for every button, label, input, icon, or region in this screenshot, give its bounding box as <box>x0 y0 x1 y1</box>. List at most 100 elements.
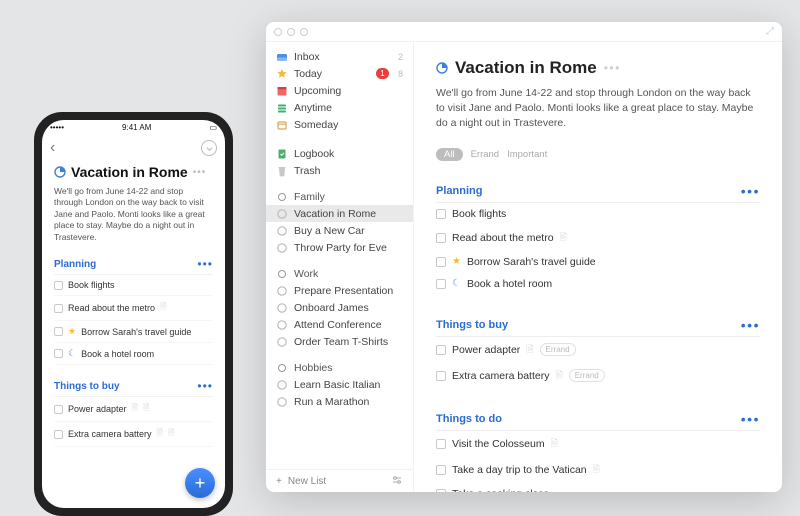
new-list-plus[interactable]: + <box>276 476 282 487</box>
sidebar-area-header[interactable]: Hobbies <box>266 360 413 376</box>
checkbox[interactable] <box>436 489 446 492</box>
task-row[interactable]: Visit the Colosseum🗎 <box>436 431 760 457</box>
task-title: Book flights <box>452 208 506 220</box>
add-task-fab[interactable]: + <box>185 468 215 498</box>
tag-filter[interactable]: Errand <box>471 149 500 160</box>
task-row[interactable]: Take a cooking class <box>436 483 760 492</box>
sidebar-item[interactable]: Trash <box>266 162 413 179</box>
sidebar-item-label: Onboard James <box>294 302 369 314</box>
section-header[interactable]: Things to buy••• <box>436 317 760 337</box>
checkbox[interactable] <box>54 349 63 358</box>
sidebar-item[interactable]: Onboard James <box>266 299 413 316</box>
section-more-button[interactable]: ••• <box>741 317 760 333</box>
section-more-button[interactable]: ••• <box>741 183 760 199</box>
calendar-icon <box>276 85 288 97</box>
section-header[interactable]: Things to buy••• <box>54 379 213 397</box>
section-header[interactable]: Things to do••• <box>436 411 760 431</box>
project-title-more[interactable]: ••• <box>604 61 621 75</box>
section-title: Planning <box>436 185 482 197</box>
stack-icon <box>276 102 288 114</box>
sidebar-item[interactable]: Anytime <box>266 99 413 116</box>
sidebar-item[interactable]: Buy a New Car <box>266 222 413 239</box>
traffic-light-zoom[interactable] <box>300 28 308 36</box>
tag-filter[interactable]: All <box>436 148 463 161</box>
checkbox[interactable] <box>54 405 63 414</box>
section-more-button[interactable]: ••• <box>197 257 213 271</box>
sidebar-item[interactable]: Order Team T-Shirts <box>266 333 413 350</box>
section-header[interactable]: Planning ••• <box>54 257 213 275</box>
checkbox[interactable] <box>54 327 63 336</box>
more-circle-button[interactable] <box>201 140 217 156</box>
proj-icon <box>276 396 288 408</box>
checkbox[interactable] <box>54 430 63 439</box>
desktop-window: ⤢ Inbox2Today18UpcomingAnytimeSomeday Lo… <box>266 22 782 492</box>
phone-project-notes[interactable]: We'll go from June 14-22 and stop throug… <box>54 186 213 243</box>
task-row[interactable]: ★Borrow Sarah's travel guide <box>436 251 760 273</box>
sidebar-item[interactable]: Upcoming <box>266 82 413 99</box>
task-row[interactable]: ★Borrow Sarah's travel guide <box>54 321 213 343</box>
checkbox[interactable] <box>436 279 446 289</box>
task-row[interactable]: ☾Book a hotel room <box>436 273 760 295</box>
task-row[interactable]: Read about the metro🗎 <box>436 225 760 251</box>
checkbox[interactable] <box>436 233 446 243</box>
checkbox[interactable] <box>54 281 63 290</box>
traffic-light-minimize[interactable] <box>287 28 295 36</box>
window-titlebar[interactable]: ⤢ <box>266 22 782 42</box>
settings-sliders-icon[interactable] <box>391 475 403 487</box>
section-more-button[interactable]: ••• <box>197 379 213 393</box>
proj-icon <box>276 302 288 314</box>
new-list-label[interactable]: New List <box>288 476 326 487</box>
checkbox[interactable] <box>436 465 446 475</box>
sidebar-item[interactable]: Prepare Presentation <box>266 282 413 299</box>
sidebar-item[interactable]: Attend Conference <box>266 316 413 333</box>
section-title: Planning <box>54 259 96 270</box>
area-icon <box>276 268 288 280</box>
tag-chip[interactable]: Errand <box>569 369 605 382</box>
task-row[interactable]: Read about the metro🗎 <box>54 296 213 321</box>
phone-screen: ••••• 9:41 AM ▭ ‹ Vacation in Rome ••• W… <box>42 120 225 508</box>
checkbox[interactable] <box>436 345 446 355</box>
phone-title-more[interactable]: ••• <box>193 167 207 178</box>
task-row[interactable]: Take a day trip to the Vatican🗎 <box>436 457 760 483</box>
project-title[interactable]: Vacation in Rome <box>455 58 597 78</box>
sidebar-item[interactable]: Inbox2 <box>266 48 413 65</box>
project-notes[interactable]: We'll go from June 14-22 and stop throug… <box>436 86 760 132</box>
sidebar-area-header[interactable]: Family <box>266 189 413 205</box>
sidebar-item[interactable]: Logbook <box>266 145 413 162</box>
task-title: Take a day trip to the Vatican <box>452 464 587 476</box>
sidebar-item[interactable]: Learn Basic Italian <box>266 376 413 393</box>
checkbox[interactable] <box>436 257 446 267</box>
sidebar-item[interactable]: Vacation in Rome <box>266 205 413 222</box>
checkbox[interactable] <box>436 209 446 219</box>
task-row[interactable]: Book flights <box>436 203 760 225</box>
tag-filter[interactable]: Important <box>507 149 547 160</box>
task-row[interactable]: ☾Book a hotel room <box>54 343 213 365</box>
task-row[interactable]: Power adapter🗎🗎 <box>54 397 213 422</box>
checkbox[interactable] <box>436 371 446 381</box>
traffic-light-close[interactable] <box>274 28 282 36</box>
main-panel: Vacation in Rome ••• We'll go from June … <box>414 42 782 492</box>
task-row[interactable]: Book flights <box>54 275 213 296</box>
task-row[interactable]: Power adapter🗎Errand <box>436 337 760 363</box>
task-row[interactable]: Extra camera battery🗎🗎 <box>54 422 213 447</box>
sidebar-item[interactable]: Throw Party for Eve <box>266 239 413 256</box>
star-icon <box>276 68 288 80</box>
count: 8 <box>398 69 403 79</box>
section-header[interactable]: Planning ••• <box>436 183 760 203</box>
sidebar-item[interactable]: Today18 <box>266 65 413 82</box>
moon-icon: ☾ <box>452 278 461 289</box>
logbook-icon <box>276 148 288 160</box>
checkbox[interactable] <box>436 439 446 449</box>
section-more-button[interactable]: ••• <box>741 411 760 427</box>
sidebar: Inbox2Today18UpcomingAnytimeSomeday Logb… <box>266 42 414 492</box>
expand-icon[interactable]: ⤢ <box>766 26 774 37</box>
tag-chip[interactable]: Errand <box>540 343 576 356</box>
sidebar-area-header[interactable]: Work <box>266 266 413 282</box>
task-row[interactable]: Extra camera battery🗎Errand <box>436 363 760 389</box>
back-button[interactable]: ‹ <box>50 139 55 157</box>
note-icon: 🗎 <box>160 301 166 315</box>
checkbox[interactable] <box>54 304 63 313</box>
sidebar-item[interactable]: Someday <box>266 116 413 133</box>
task-title: Power adapter <box>68 404 127 414</box>
sidebar-item[interactable]: Run a Marathon <box>266 393 413 410</box>
